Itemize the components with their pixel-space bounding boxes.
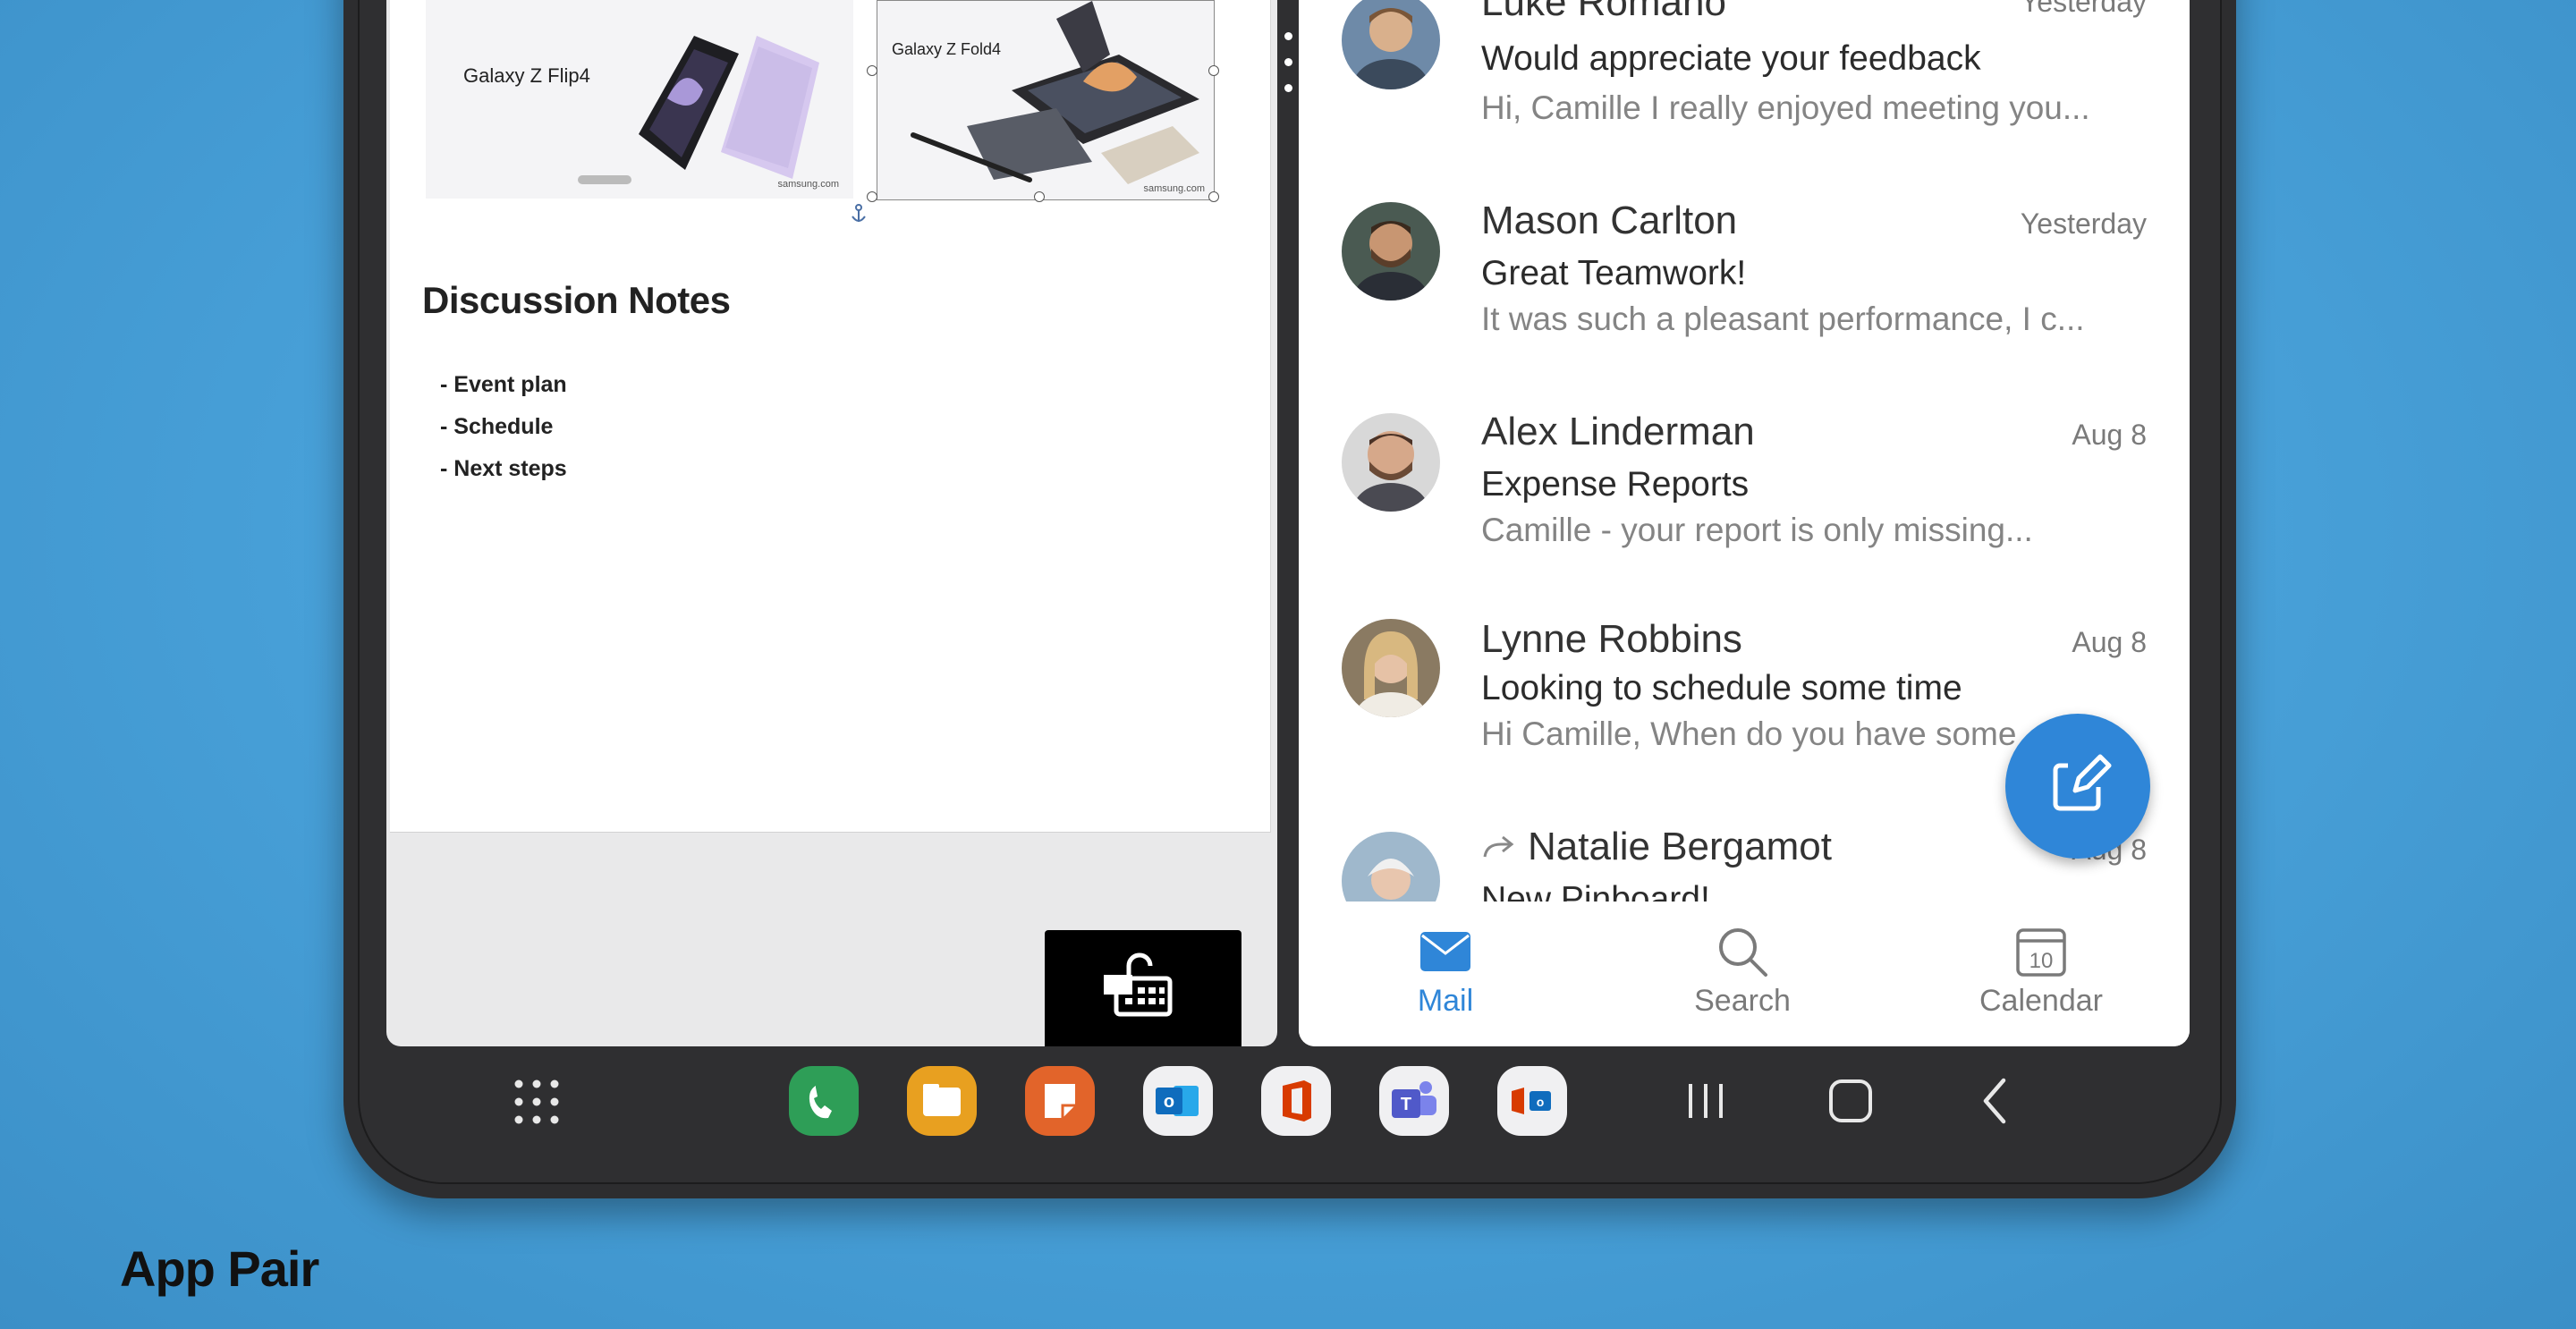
svg-text:T: T [1401,1095,1411,1114]
mail-item[interactable]: Mason Carlton Yesterday Great Teamwork! … [1299,179,2190,390]
bullet-item[interactable]: - Next steps [440,456,567,482]
mail-bottom-nav: Mail Search 10 Calendar [1299,902,2190,1046]
mail-icon [1420,932,1470,971]
app-drawer-icon[interactable] [510,1075,564,1129]
teams-app-icon[interactable]: T [1379,1066,1449,1136]
resize-handle[interactable] [1034,191,1045,202]
mail-sender: Luke Romano [1481,0,1726,24]
nav-calendar-label: Calendar [1979,984,2103,1018]
nav-search-tab[interactable]: Search [1653,902,1832,1046]
search-icon [1719,928,1767,977]
keyboard-toggle-button[interactable] [1045,930,1241,1046]
mail-sender: Natalie Bergamot [1528,825,1832,868]
resize-handle[interactable] [867,191,877,202]
mail-subject: New Pinboard! [1481,880,1710,902]
notes-app-icon[interactable] [1025,1066,1095,1136]
resize-handle[interactable] [1208,191,1219,202]
avatar [1342,0,1440,89]
mail-subject: Would appreciate your feedback [1481,39,1981,78]
svg-text:o: o [1164,1092,1174,1112]
mail-date: Aug 8 [2072,419,2147,451]
divider-dot [1284,84,1292,92]
avatar [1342,832,1440,902]
nav-mail-label: Mail [1417,984,1474,1018]
bullet-item[interactable]: - Event plan [440,372,567,398]
home-icon[interactable] [1816,1066,1885,1136]
keyboard-unlock-icon [1104,952,1173,1017]
anchor-icon[interactable] [850,204,868,225]
document-page[interactable]: Galaxy Z Flip4 samsung.com Galaxy Z Fold… [390,0,1271,833]
compose-button[interactable] [2005,714,2150,859]
svg-text:o: o [1537,1095,1545,1109]
divider-dot [1284,58,1292,66]
mail-sender: Mason Carlton [1481,199,1738,242]
taskbar: o T o [386,1054,2190,1170]
divider-dot [1284,32,1292,40]
back-icon[interactable] [1961,1066,2030,1136]
nav-calendar-tab[interactable]: 10 Calendar [1952,902,2131,1046]
fold4-footer: samsung.com [1143,183,1205,194]
avatar [1342,619,1440,717]
flip4-image[interactable]: Galaxy Z Flip4 samsung.com [426,0,853,199]
split-view-divider[interactable] [1283,32,1293,110]
avatar [1342,202,1440,301]
mail-sender: Lynne Robbins [1481,617,1742,661]
feature-caption: App Pair [120,1240,319,1297]
resize-handle[interactable] [867,65,877,76]
calendar-icon: 10 [2016,928,2066,977]
fold4-image[interactable]: Galaxy Z Fold4 samsung.com [877,0,1215,200]
mail-item[interactable]: Alex Linderman Aug 8 Expense Reports Cam… [1299,390,2190,601]
calendar-day-number: 10 [2029,949,2054,973]
mail-app-pane[interactable]: Luke Romano Yesterday Would appreciate y… [1299,0,2190,1046]
nav-mail-tab[interactable]: Mail [1356,902,1535,1046]
document-heading[interactable]: Discussion Notes [422,279,731,322]
resize-handle[interactable] [1208,65,1219,76]
mail-date: Yesterday [2020,0,2147,18]
nav-search-label: Search [1694,984,1791,1018]
flip4-phones-graphic [578,36,819,184]
bullet-item[interactable]: - Schedule [440,414,553,440]
mail-preview: It was such a pleasant performance, I c.… [1481,301,2085,337]
mail-subject: Expense Reports [1481,465,1750,504]
mail-subject: Great Teamwork! [1481,254,1747,292]
mail-sender: Alex Linderman [1481,410,1755,453]
fold4-phones-graphic [911,1,1199,184]
flip4-footer: samsung.com [777,179,839,190]
forward-icon [1483,835,1514,858]
avatar [1342,413,1440,512]
compose-icon [2053,754,2112,811]
mail-subject: Looking to schedule some time [1481,669,1962,707]
phone-app-icon[interactable] [789,1066,859,1136]
app-pair-icon[interactable]: o [1497,1066,1567,1136]
recent-apps-icon[interactable] [1671,1066,1741,1136]
mail-date: Yesterday [2020,207,2147,240]
mail-preview: Camille - your report is only missing... [1481,512,2033,548]
office-app-icon[interactable] [1261,1066,1331,1136]
outlook-app-icon[interactable]: o [1143,1066,1213,1136]
mail-date: Aug 8 [2072,626,2147,658]
mail-preview: Hi, Camille I really enjoyed meeting you… [1481,89,2090,126]
mail-item[interactable]: Luke Romano Yesterday Would appreciate y… [1299,0,2190,179]
files-app-icon[interactable] [907,1066,977,1136]
document-app-pane[interactable]: Galaxy Z Flip4 samsung.com Galaxy Z Fold… [386,0,1277,1046]
